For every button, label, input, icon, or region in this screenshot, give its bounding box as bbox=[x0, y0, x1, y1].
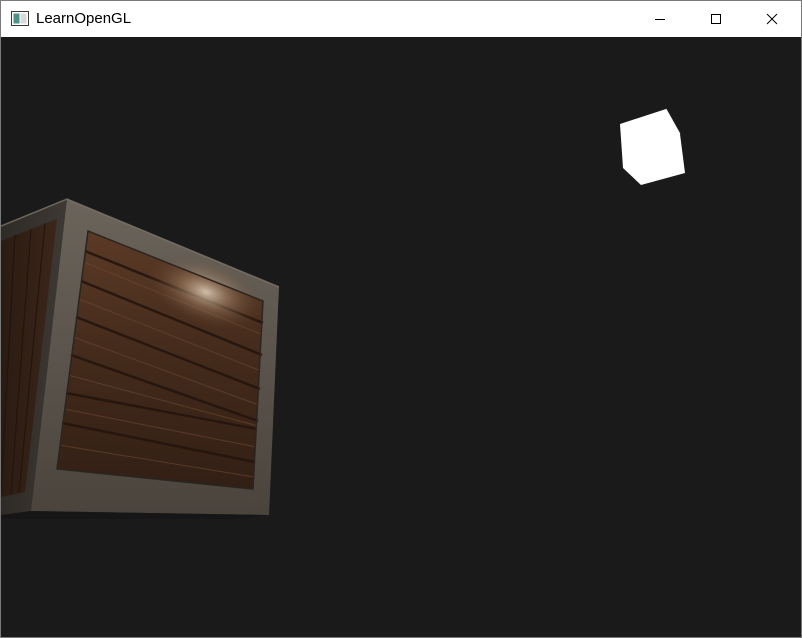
minimize-icon bbox=[655, 19, 665, 20]
maximize-icon bbox=[711, 14, 721, 24]
close-button[interactable] bbox=[743, 1, 801, 37]
app-icon bbox=[11, 11, 29, 26]
crate-cube bbox=[1, 198, 280, 519]
title-bar[interactable]: LearnOpenGL bbox=[1, 1, 801, 37]
maximize-button[interactable] bbox=[687, 1, 745, 37]
close-icon bbox=[766, 13, 778, 25]
light-cube bbox=[620, 108, 685, 185]
app-window: LearnOpenGL bbox=[0, 0, 802, 638]
light-cube-front bbox=[620, 109, 685, 185]
scene-canvas[interactable] bbox=[1, 37, 801, 637]
window-title: LearnOpenGL bbox=[36, 10, 132, 27]
minimize-button[interactable] bbox=[631, 1, 689, 37]
opengl-viewport[interactable] bbox=[1, 37, 801, 637]
